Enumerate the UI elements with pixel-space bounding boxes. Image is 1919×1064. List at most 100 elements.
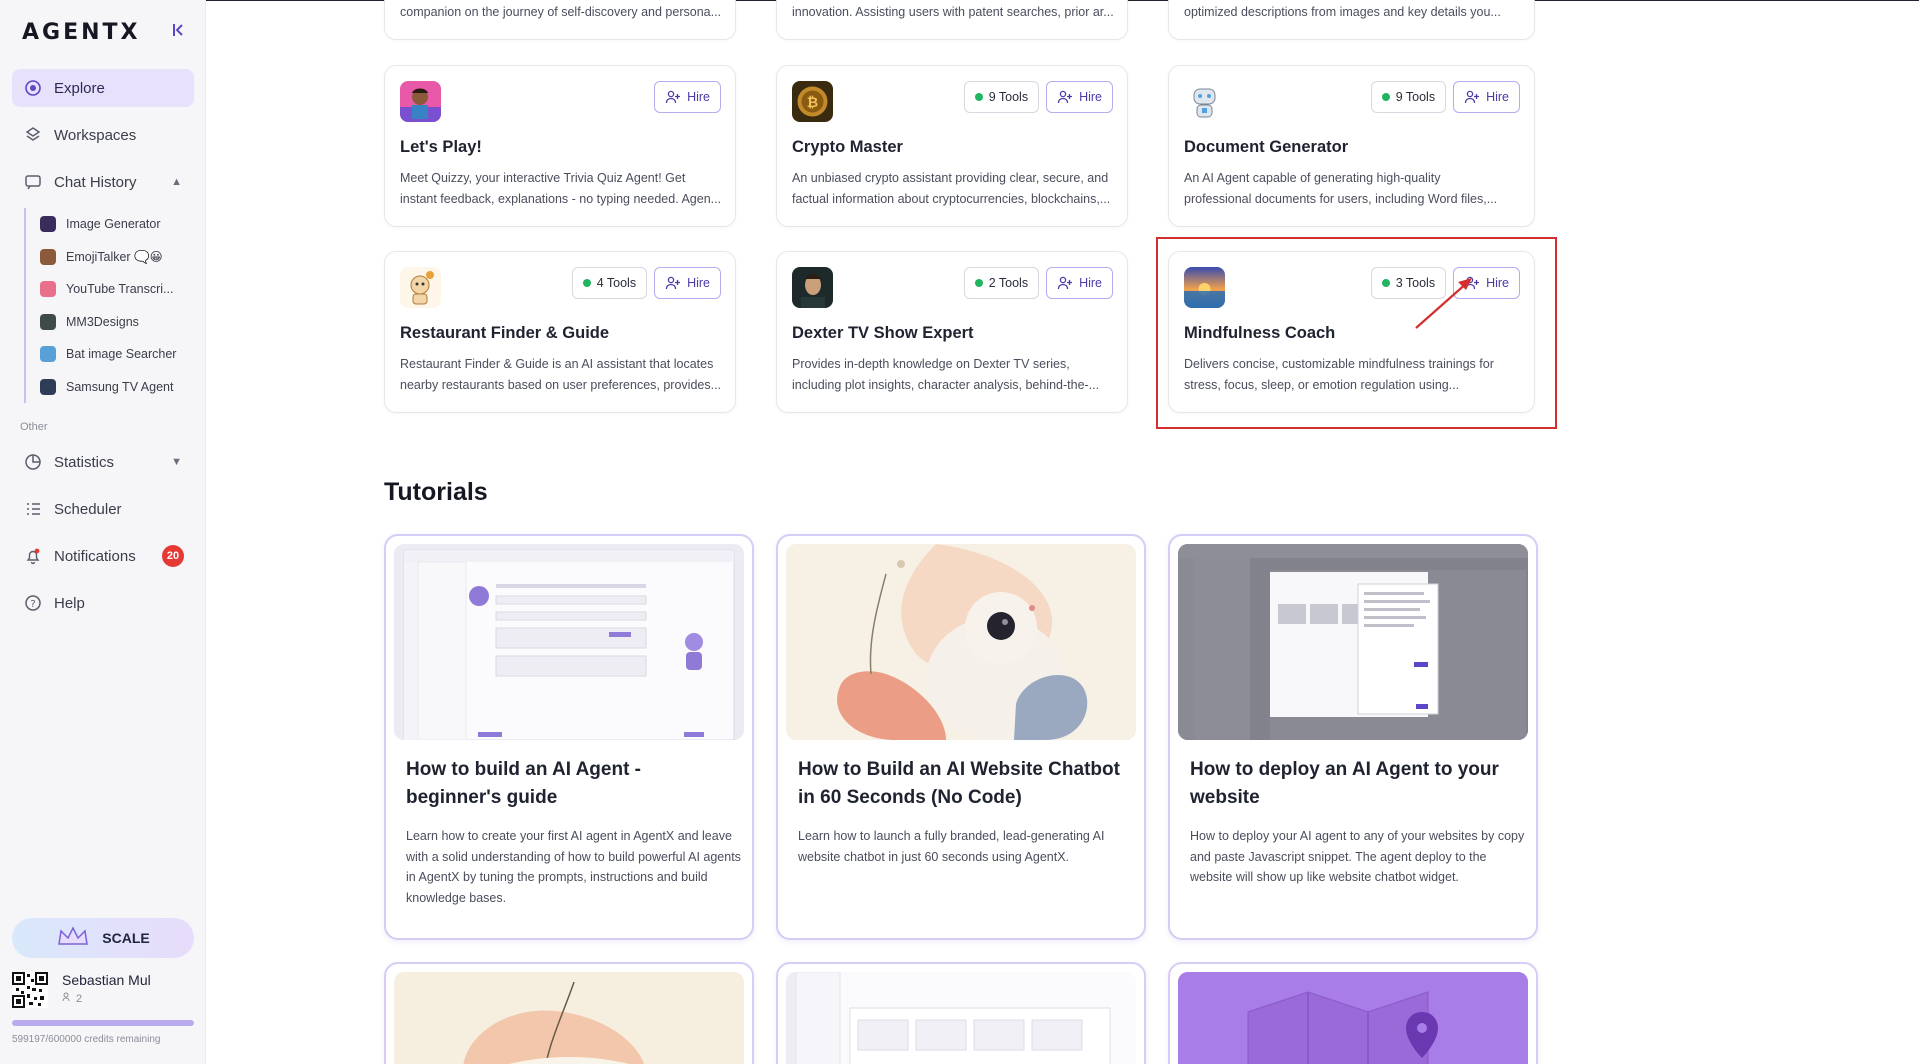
tutorial-card-partial[interactable] <box>384 962 754 1064</box>
agent-card[interactable]: ₿ 9 Tools Hire Crypto Master An unbiased… <box>776 65 1128 227</box>
tools-count-badge[interactable]: 9 Tools <box>1370 81 1447 113</box>
user-members-count: 2 <box>76 992 83 1005</box>
history-item-label: YouTube Transcri... <box>66 282 174 297</box>
nav-notifications[interactable]: Notifications 20 <box>12 537 194 575</box>
chevron-up-icon[interactable]: ▲ <box>171 176 182 188</box>
tutorial-card[interactable]: How to Build an AI Website Chatbot in 60… <box>776 534 1146 940</box>
hire-label: Hire <box>687 90 710 104</box>
history-item-label: MM3Designs <box>66 314 139 329</box>
bell-icon <box>24 547 42 565</box>
tools-count-badge[interactable]: 4 Tools <box>571 267 648 299</box>
agent-desc: companion on the journey of self-discove… <box>400 5 722 19</box>
tools-status-dot <box>1381 93 1390 101</box>
agent-card-partial[interactable]: optimized descriptions from images and k… <box>1168 0 1535 40</box>
hire-button[interactable]: Hire <box>1453 81 1520 113</box>
crypto-agent-avatar: ₿ <box>792 81 833 122</box>
agent-card-partial[interactable]: companion on the journey of self-discove… <box>384 0 736 40</box>
chat-history-list: Image Generator EmojiTalker 🗨️😀 YouTube … <box>24 208 194 403</box>
chevron-down-icon[interactable]: ▼ <box>171 456 182 468</box>
nav-explore[interactable]: Explore <box>12 69 194 107</box>
tools-label: 4 Tools <box>596 276 637 290</box>
tutorial-thumbnail <box>1178 544 1528 740</box>
history-item[interactable]: Samsung TV Agent <box>26 371 194 404</box>
nav-statistics[interactable]: Statistics ▼ <box>12 443 194 481</box>
agent-card[interactable]: Hire Let's Play! Meet Quizzy, your inter… <box>384 65 736 227</box>
agent-desc: An unbiased crypto assistant providing c… <box>792 171 1111 206</box>
annotation-highlight-box <box>1156 237 1557 429</box>
crown-icon <box>56 925 90 951</box>
nav-workspaces-label: Workspaces <box>54 126 137 144</box>
agent-avatar-icon <box>40 378 56 395</box>
agent-card[interactable]: 9 Tools Hire Document Generator An AI Ag… <box>1168 65 1535 227</box>
history-item[interactable]: EmojiTalker 🗨️😀 <box>26 241 194 274</box>
collapse-sidebar-icon[interactable] <box>168 22 188 42</box>
tutorial-title: How to Build an AI Website Chatbot in 60… <box>798 759 1120 808</box>
nav-notifications-label: Notifications <box>54 547 136 565</box>
hire-label: Hire <box>1079 90 1102 104</box>
history-item[interactable]: Image Generator <box>26 208 194 241</box>
app-logo[interactable]: AGENTX <box>22 20 141 45</box>
tutorial-card[interactable]: How to deploy an AI Agent to your websit… <box>1168 534 1538 940</box>
agent-card[interactable]: 2 Tools Hire Dexter TV Show Expert Provi… <box>776 251 1128 413</box>
tutorials-heading: Tutorials <box>384 478 488 506</box>
nav-workspaces[interactable]: Workspaces <box>12 116 194 154</box>
hire-label: Hire <box>1079 276 1102 290</box>
tutorial-desc: Learn how to launch a fully branded, lea… <box>798 829 1105 864</box>
credits-progress-bar <box>12 1020 194 1026</box>
user-profile[interactable]: Sebastian Mul 2 <box>12 970 194 1010</box>
agent-desc: Provides in-depth knowledge on Dexter TV… <box>792 357 1100 392</box>
quiz-agent-avatar <box>400 81 441 122</box>
robot-agent-avatar <box>1184 81 1225 122</box>
agent-desc: innovation. Assisting users with patent … <box>792 5 1114 19</box>
workspaces-icon <box>24 126 42 144</box>
card-actions: Hire <box>654 81 721 113</box>
nav-chat-history[interactable]: Chat History ▲ <box>12 163 194 201</box>
credits-progress-fill <box>12 1020 194 1026</box>
nav-explore-label: Explore <box>54 79 105 97</box>
nav-help-label: Help <box>54 594 85 612</box>
tools-count-badge[interactable]: 2 Tools <box>963 267 1040 299</box>
hire-button[interactable]: Hire <box>654 267 721 299</box>
restaurant-agent-avatar <box>400 267 441 308</box>
tutorial-thumbnail <box>1178 972 1528 1064</box>
tools-status-dot <box>974 279 983 287</box>
tools-label: 9 Tools <box>988 90 1029 104</box>
tools-count-badge[interactable]: 9 Tools <box>963 81 1040 113</box>
scale-plan-button[interactable]: SCALE <box>12 918 194 958</box>
tools-status-dot <box>582 279 591 287</box>
annotation-arrow-icon <box>1415 278 1472 329</box>
tools-status-dot <box>974 93 983 101</box>
hire-label: Hire <box>1486 90 1509 104</box>
agent-title: Crypto Master <box>792 138 903 156</box>
history-item[interactable]: MM3Designs <box>26 306 194 339</box>
card-actions: 9 Tools Hire <box>963 81 1113 113</box>
qr-code-icon <box>12 972 48 1008</box>
history-item[interactable]: Bat image Searcher <box>26 338 194 371</box>
tutorial-card[interactable]: How to build an AI Agent - beginner's gu… <box>384 534 754 940</box>
hire-label: Hire <box>687 276 710 290</box>
nav-chat-history-label: Chat History <box>54 173 137 191</box>
tutorial-thumbnail <box>786 544 1136 740</box>
hire-button[interactable]: Hire <box>1046 81 1113 113</box>
svg-text:₿: ₿ <box>807 95 818 111</box>
explore-icon <box>24 79 42 97</box>
statistics-icon <box>24 453 42 471</box>
history-item[interactable]: YouTube Transcri... <box>26 273 194 306</box>
agent-desc: Meet Quizzy, your interactive Trivia Qui… <box>400 171 722 206</box>
tutorial-card-partial[interactable] <box>1168 962 1538 1064</box>
history-item-label: Image Generator <box>66 217 161 232</box>
svg-text:?: ? <box>30 599 35 610</box>
agent-avatar-icon <box>40 281 56 298</box>
nav-scheduler[interactable]: Scheduler <box>12 490 194 528</box>
hire-button[interactable]: Hire <box>1046 267 1113 299</box>
hire-button[interactable]: Hire <box>654 81 721 113</box>
agent-avatar-icon <box>40 313 56 330</box>
nav-help[interactable]: ? Help <box>12 584 194 622</box>
tutorial-card-partial[interactable] <box>776 962 1146 1064</box>
add-user-icon <box>665 90 681 104</box>
users-icon <box>62 992 72 1005</box>
agent-card-partial[interactable]: innovation. Assisting users with patent … <box>776 0 1128 40</box>
dexter-agent-avatar <box>792 267 833 308</box>
history-item-label: Bat image Searcher <box>66 347 177 362</box>
agent-card[interactable]: 4 Tools Hire Restaurant Finder & Guide R… <box>384 251 736 413</box>
